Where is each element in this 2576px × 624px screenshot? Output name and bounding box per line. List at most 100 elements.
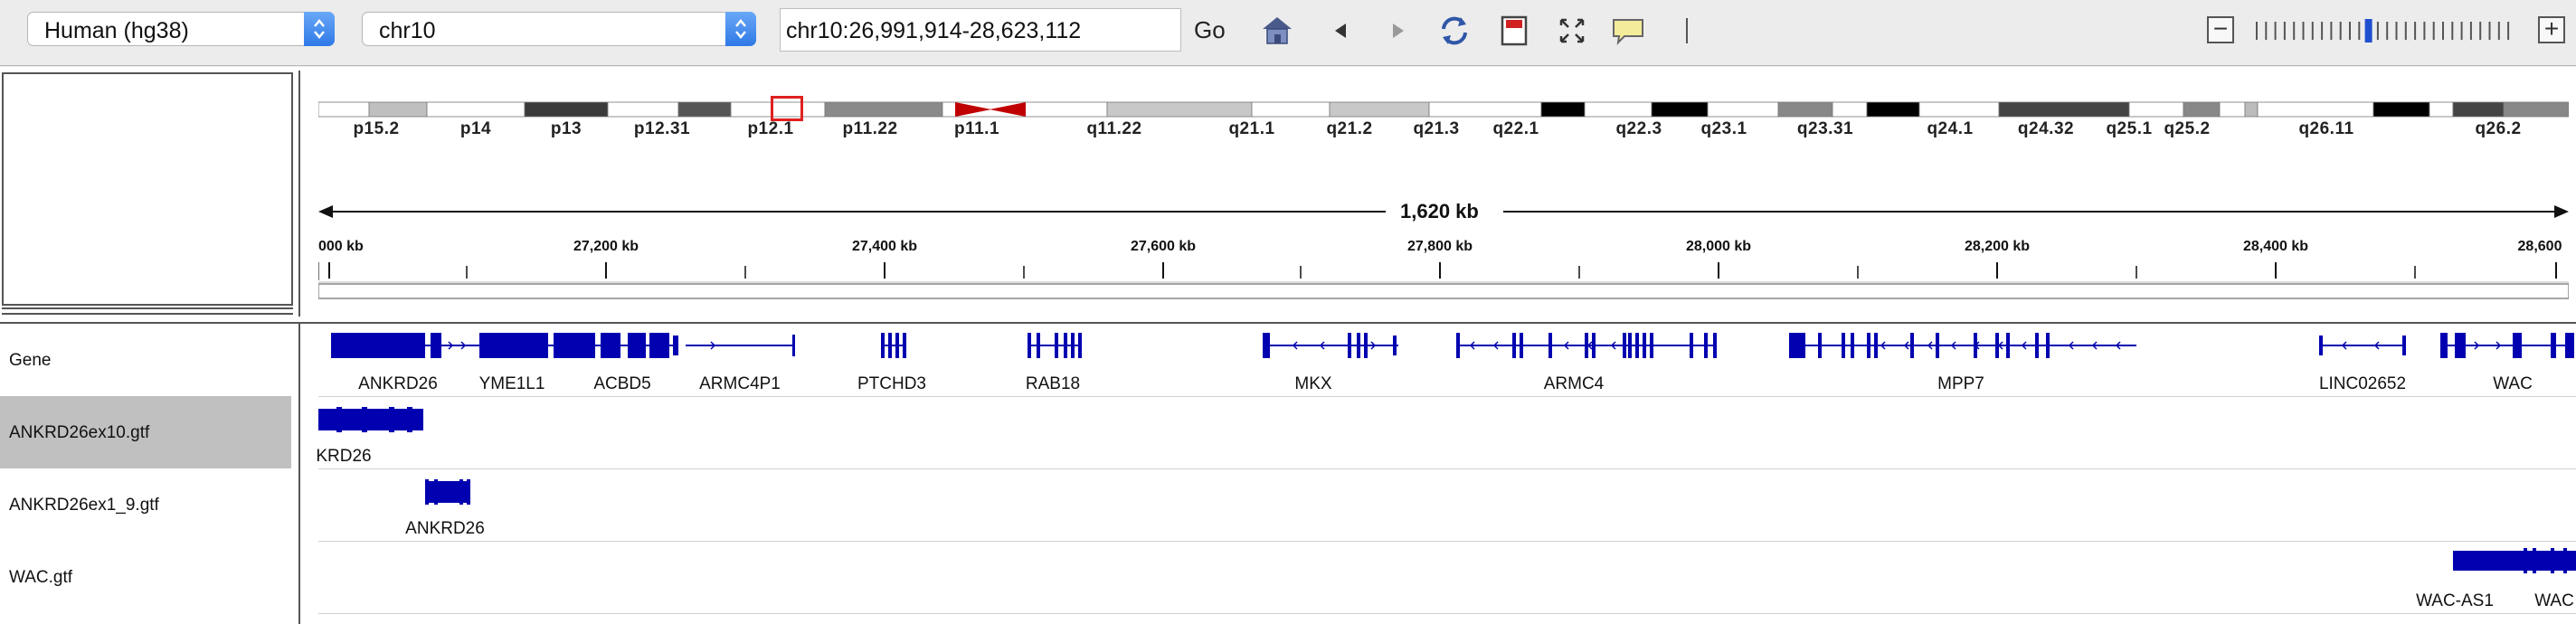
zoom-slider-tick [2414, 22, 2417, 40]
exon-block [1635, 333, 1639, 358]
data-panel-top-border [0, 322, 2576, 324]
ideogram-band [1777, 101, 1833, 118]
zoom-slider-tick [2488, 22, 2491, 40]
genome-dropdown[interactable]: Human (hg38) [27, 12, 335, 46]
band-label: q24.1 [1927, 119, 1974, 138]
zoom-slider-tick [2376, 22, 2379, 40]
roi-icon[interactable] [1496, 13, 1532, 49]
gene-label-mpp7: MPP7 [1937, 374, 1984, 393]
gene-label-ankrd26: ANKRD26 [358, 374, 438, 393]
exon-block [554, 333, 595, 358]
exon-block [1055, 333, 1058, 358]
exon-block [434, 479, 438, 505]
band-label: q26.11 [2298, 119, 2354, 138]
band-label: p12.1 [747, 119, 794, 138]
ruler-tick-label: 27,800 kb [1406, 239, 1473, 254]
band-label: q22.1 [1492, 119, 1539, 138]
band-label: q21.2 [1326, 119, 1373, 138]
exon-block [1037, 333, 1040, 358]
ideogram-band [607, 101, 679, 118]
exon-block [2513, 333, 2522, 358]
gene-label-ptchd3: PTCHD3 [857, 374, 927, 393]
exon-block [1789, 333, 1805, 358]
band-label: q23.1 [1700, 119, 1747, 138]
ideogram-band [1540, 101, 1586, 118]
zoom-slider-tick [2451, 22, 2454, 40]
exon-block [1867, 333, 1870, 358]
ideogram-band [1707, 101, 1779, 118]
ideogram-band [1584, 101, 1653, 118]
band-label: q21.3 [1413, 119, 1460, 138]
zoom-slider-tick [2507, 22, 2510, 40]
ruler-tick-label: 28,600 [2517, 239, 2562, 254]
zoom-out-button[interactable]: − [2207, 16, 2234, 43]
zoom-slider-tick [2311, 22, 2314, 40]
band-label: q25.2 [2164, 119, 2211, 138]
exon-block [1818, 333, 1822, 358]
exon-block [1592, 333, 1596, 358]
band-label: p11.22 [842, 119, 898, 138]
zoom-slider-tick [2442, 22, 2444, 40]
exon-block [1357, 333, 1360, 358]
gene-label-wac: WAC [2493, 374, 2533, 393]
ideogram-band [1832, 101, 1868, 118]
ideogram-band [368, 101, 428, 118]
back-arrow-icon[interactable] [1322, 13, 1359, 49]
chromosome-dropdown[interactable]: chr10 [362, 12, 756, 46]
exon-block [2319, 336, 2323, 355]
gene-label-mkx: MKX [1294, 374, 1332, 393]
band-label: q21.1 [1228, 119, 1275, 138]
band-label: q26.2 [2475, 119, 2522, 138]
ruler-strip [318, 283, 2569, 299]
forward-arrow-icon[interactable] [1380, 13, 1416, 49]
chromosome-ideogram[interactable] [317, 99, 2570, 118]
chromosome-value: chr10 [379, 18, 436, 43]
band-label: p14 [459, 119, 492, 138]
ideogram-band [524, 101, 609, 118]
exon-block [601, 333, 620, 358]
popup-text-icon[interactable] [1610, 13, 1646, 49]
exon-block [1071, 333, 1075, 358]
exon-block [628, 333, 646, 358]
ideogram-band [2257, 101, 2374, 118]
zoom-slider-tick [2479, 22, 2482, 40]
exon-block [1364, 333, 1368, 358]
zoom-slider-tick [2321, 22, 2324, 40]
exon-block [1520, 333, 1523, 358]
exon-block [1348, 333, 1351, 358]
feature-label-wac: WAC [2534, 591, 2574, 610]
exon-block [2551, 333, 2556, 358]
home-icon[interactable] [1259, 13, 1295, 49]
exon-block [459, 479, 463, 505]
ideogram-band [1251, 101, 1331, 118]
ideogram-band [1998, 101, 2130, 118]
zoom-slider-tick [2256, 22, 2258, 40]
refresh-icon[interactable] [1436, 13, 1473, 49]
gene-track-canvas[interactable] [0, 326, 2576, 624]
zoom-in-button[interactable]: + [2538, 16, 2565, 43]
band-label: q22.3 [1615, 119, 1662, 138]
exon-block [2440, 333, 2448, 358]
resize-icon[interactable] [1554, 13, 1590, 49]
zoom-slider-tick [2274, 22, 2277, 40]
band-label: q11.22 [1086, 119, 1142, 138]
ideogram-band [2372, 101, 2430, 118]
gene-label-armc4: ARMC4 [1543, 374, 1605, 393]
zoom-slider[interactable] [2252, 19, 2514, 43]
zoom-slider-tick [2460, 22, 2463, 40]
exon-block [1650, 333, 1653, 358]
feature-label-wac-as1: WAC-AS1 [2416, 591, 2494, 610]
exon-block [1910, 333, 1914, 358]
exon-block [2533, 548, 2536, 573]
ruler-tick-label: 28,000 kb [1685, 239, 1752, 254]
zoom-slider-tick [2404, 22, 2407, 40]
exon-block [1851, 333, 1854, 358]
exon-block [1064, 333, 1067, 358]
exon-block [336, 407, 342, 432]
exon-block [2524, 548, 2527, 573]
locus-input[interactable]: chr10:26,991,914-28,623,112 [780, 8, 1181, 52]
go-button[interactable]: Go [1194, 16, 1226, 44]
zoom-slider-tick [2293, 22, 2296, 40]
dropdown-arrow-icon [725, 12, 756, 46]
exon-block [1623, 333, 1626, 358]
